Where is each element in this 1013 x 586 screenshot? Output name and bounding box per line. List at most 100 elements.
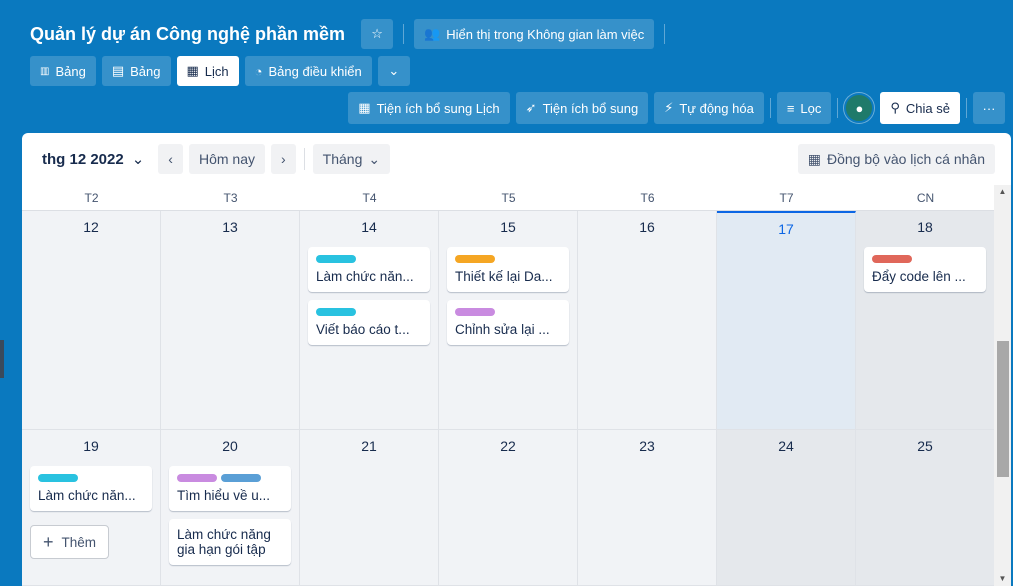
day-cell[interactable]: 20 Tìm hiểu về u... Làm chức năng gia hạn … [161,430,300,586]
weekday-label: T7 [779,191,794,205]
weekday-label: CN [916,191,935,205]
calendar-powerup-label: Tiện ích bổ sung Lịch [376,100,500,116]
day-cell[interactable]: 15 Thiết kế lại Da... Chỉnh sửa lại ... [439,211,578,430]
powerups-label: Tiện ích bổ sung [542,100,639,116]
prev-month-button[interactable]: ‹ [158,144,183,174]
day-number: 15 [500,219,516,235]
calendar-card[interactable]: Chỉnh sửa lại ... [447,300,569,345]
month-label: thg 12 2022 [42,150,124,168]
chevron-down-icon: ⌄ [131,151,145,168]
avatar[interactable]: ● [844,93,875,123]
window-edge [0,340,4,378]
divider [303,148,305,170]
calendar-powerup-button[interactable]: ▦ Tiện ích bổ sung Lịch [348,92,510,124]
filter-label: Lọc [800,100,822,116]
day-number: 24 [778,438,794,454]
calendar-card[interactable]: Làm chức năn... [30,466,152,511]
day-number: 19 [83,438,99,454]
plus-icon: + [43,531,54,552]
calendar-toolbar: thg 12 2022 ⌄ ‹ Hôm nay › Tháng ⌄ ▦ Đồng… [22,133,1011,185]
filter-icon: ≡ [786,100,795,116]
day-cell[interactable]: 23 [578,430,717,586]
people-icon: 👥 [424,26,441,41]
roadmap-icon: ▥ [40,65,50,77]
calendar-card[interactable]: Làm chức năn... [308,247,430,292]
divider [403,24,405,44]
day-number: 22 [500,438,516,454]
share-button[interactable]: ⚲ Chia sẻ [880,92,960,124]
board-header: Quản lý dự án Công nghệ phần mềm ☆ 👥 Hiể… [24,16,666,52]
day-number: 17 [778,221,794,237]
calendar-card[interactable]: Tìm hiểu về u... [169,466,291,511]
card-title: Tìm hiểu về u... [177,488,271,503]
today-button[interactable]: Hôm nay [188,144,265,174]
month-picker[interactable]: thg 12 2022 ⌄ [34,144,152,174]
view-mode-select[interactable]: Tháng ⌄ [312,144,391,174]
scroll-up-arrow-icon[interactable]: ▲ [994,185,1011,199]
board-title[interactable]: Quản lý dự án Công nghệ phần mềm [24,24,351,45]
day-cell[interactable]: 18 Đẩy code lên ... [856,211,995,430]
weekday-header: T2 T3 T4 T5 T6 T7 CN [22,185,994,211]
view-tab-calendar[interactable]: ▦ Lịch [176,56,239,86]
day-cell[interactable]: 12 [22,211,161,430]
calendar-card[interactable]: Đẩy code lên ... [864,247,986,292]
calendar-panel: thg 12 2022 ⌄ ‹ Hôm nay › Tháng ⌄ ▦ Đồng… [22,133,1011,586]
day-cell[interactable]: 14 Làm chức năn... Viết báo cáo t... [300,211,439,430]
add-card-label: Thêm [61,534,97,550]
card-labels [316,255,422,263]
scroll-down-arrow-icon[interactable]: ▼ [994,572,1011,586]
card-title: Làm chức năn... [316,269,414,284]
card-label-chip [316,255,356,263]
calendar-card[interactable]: Viết báo cáo t... [308,300,430,345]
card-label-chip [221,474,261,482]
day-number: 12 [83,219,99,235]
more-menu-button[interactable]: ··· [973,92,1005,124]
day-number: 21 [361,438,377,454]
vertical-scrollbar[interactable]: ▲ ▼ [994,185,1011,586]
day-cell[interactable]: 17 [717,211,856,430]
view-tab-label: Bảng [130,63,161,79]
view-tab-table[interactable]: ▤ Bảng [101,56,171,86]
powerups-button[interactable]: ➶ Tiện ích bổ sung [515,92,649,124]
day-cell[interactable]: 25 [856,430,995,586]
automation-label: Tự động hóa [679,100,754,116]
more-views-button[interactable]: ⌄ [377,56,410,86]
table-icon: ▤ [111,63,125,78]
automation-button[interactable]: ⚡ Tự động hóa [654,92,764,124]
weekday-label: T2 [84,191,99,205]
day-cell[interactable]: 16 [578,211,717,430]
next-month-button[interactable]: › [271,144,296,174]
view-tab-dashboard[interactable]: ◔ Bảng điều khiển [244,56,372,86]
scrollbar-thumb[interactable] [997,341,1009,477]
filter-button[interactable]: ≡ Lọc [776,92,832,124]
star-icon: ☆ [371,26,383,41]
card-label-chip [316,308,356,316]
view-tab-label: Bảng [55,63,86,79]
weekday-label: T6 [640,191,655,205]
day-cell[interactable]: 21 [300,430,439,586]
day-number: 20 [222,438,238,454]
calendar-card[interactable]: Làm chức năng gia hạn gói tập [169,519,291,565]
day-cell[interactable]: 13 [161,211,300,430]
card-label-chip [872,255,912,263]
day-cell[interactable]: 24 [717,430,856,586]
sync-calendar-button[interactable]: ▦ Đồng bộ vào lịch cá nhân [797,144,995,174]
card-labels [38,474,144,482]
add-card-button[interactable]: + Thêm [30,525,110,559]
day-cell[interactable]: 22 [439,430,578,586]
calendar-card[interactable]: Thiết kế lại Da... [447,247,569,292]
chevron-down-icon: ⌄ [368,150,381,167]
star-button[interactable]: ☆ [361,19,394,49]
card-label-chip [38,474,78,482]
card-labels [455,255,561,263]
card-title: Làm chức năng gia hạn gói tập [177,527,271,557]
weekday-label: T3 [223,191,238,205]
visibility-button[interactable]: 👥 Hiển thị trong Không gian làm việc [414,19,655,49]
divider [837,98,839,118]
day-cell[interactable]: 19 Làm chức năn... + Thêm [22,430,161,586]
day-number: 23 [639,438,655,454]
view-tab-roadmap[interactable]: ▥ Bảng [30,56,96,86]
card-label-chip [455,255,495,263]
chevron-down-icon: ⌄ [388,63,400,78]
calendar-grid: 12 13 14 Làm chức năn... Viết báo cáo t... 15… [22,211,995,586]
